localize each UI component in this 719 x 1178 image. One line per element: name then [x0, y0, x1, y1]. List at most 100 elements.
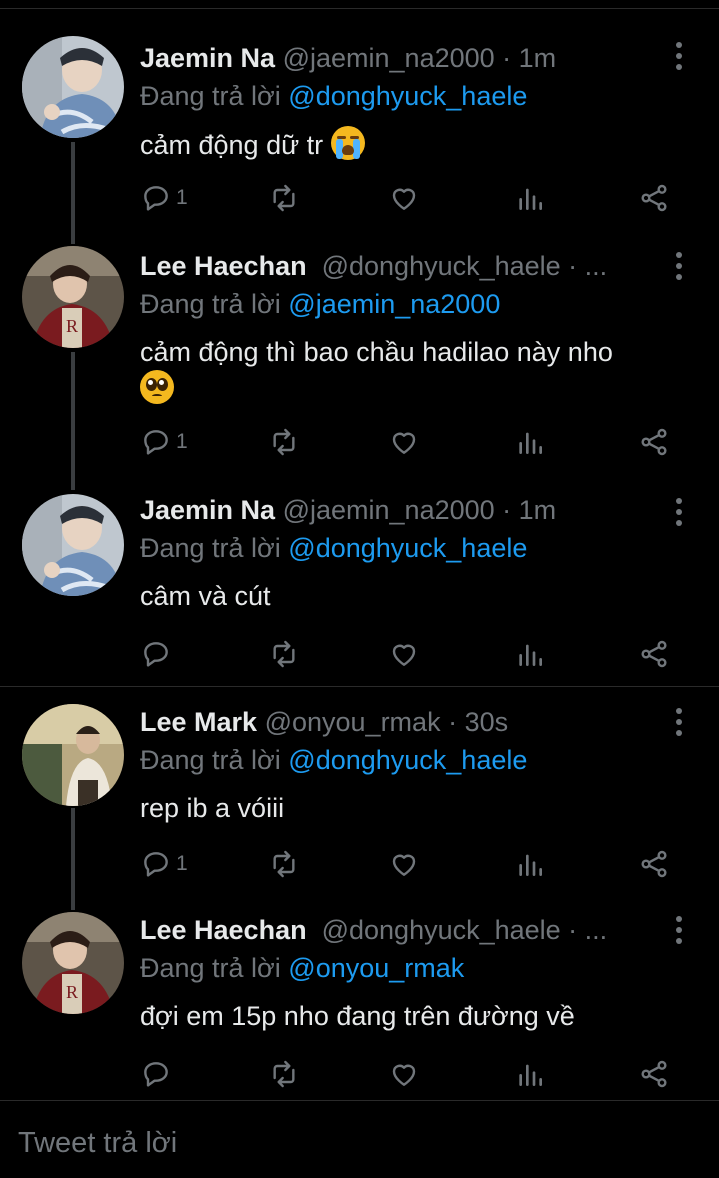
mention-link[interactable]: @donghyuck_haele: [288, 533, 527, 563]
share-button[interactable]: [638, 844, 670, 884]
reply-composer[interactable]: Tweet trả lời: [0, 1100, 719, 1178]
avatar[interactable]: [22, 494, 124, 596]
tweet-content: Jaemin Na @jaemin_na2000 · 1m Đang trả l…: [140, 38, 667, 163]
views-icon: [519, 644, 542, 666]
views-icon: [519, 854, 542, 876]
more-vertical-icon[interactable]: [675, 42, 683, 72]
like-button[interactable]: [388, 844, 420, 884]
mention-link[interactable]: @donghyuck_haele: [288, 745, 527, 775]
replying-to-label: Đang trả lời: [140, 81, 281, 111]
avatar[interactable]: [22, 704, 124, 806]
reply-button[interactable]: 1: [140, 422, 188, 462]
reply-icon: [144, 852, 168, 877]
more-vertical-icon[interactable]: [675, 252, 683, 282]
reply-button[interactable]: 1: [140, 178, 188, 218]
author-name[interactable]: Jaemin Na: [140, 43, 275, 73]
tweet-content: Lee Mark @onyou_rmak · 30s Đang trả lời …: [140, 702, 667, 826]
tweet-time: · 30s: [448, 707, 509, 737]
retweet-icon: [273, 850, 295, 878]
tweet-content: Jaemin Na @jaemin_na2000 · 1m Đang trả l…: [140, 490, 667, 614]
svg-text:R: R: [66, 982, 78, 1002]
top-divider: [0, 8, 719, 9]
share-icon: [641, 1060, 667, 1088]
reply-button[interactable]: 1: [140, 844, 188, 884]
author-handle[interactable]: @jaemin_na2000: [283, 495, 495, 525]
reply-button[interactable]: [140, 1054, 172, 1094]
share-button[interactable]: [638, 422, 670, 462]
reply-icon: [144, 642, 168, 667]
author-name[interactable]: Lee Haechan: [140, 251, 307, 281]
tweet-header: Lee Haechan @donghyuck_haele · ...: [140, 910, 667, 950]
tweet-text: cảm động thì bao chầu hadilao này nho: [140, 334, 667, 407]
avatar[interactable]: R: [22, 912, 124, 1014]
heart-icon: [392, 1064, 416, 1086]
tweet-text: đợi em 15p nho đang trên đường về: [140, 998, 667, 1034]
mention-link[interactable]: @jaemin_na2000: [288, 289, 500, 319]
pleading-face-icon: [140, 370, 174, 404]
share-icon: [641, 850, 667, 878]
tweet-header: Jaemin Na @jaemin_na2000 · 1m: [140, 490, 667, 530]
avatar-image: [22, 704, 124, 806]
like-button[interactable]: [388, 178, 420, 218]
tweet-body: cảm động dữ tr: [140, 130, 324, 160]
tweet-actions: 1: [140, 178, 680, 218]
reply-icon: [144, 186, 168, 211]
retweet-button[interactable]: [268, 844, 300, 884]
author-name[interactable]: Lee Haechan: [140, 915, 307, 945]
retweet-button[interactable]: [268, 178, 300, 218]
tweet-body: đợi em 15p nho đang trên đường về: [140, 1001, 575, 1031]
loudly-crying-face-icon: [330, 126, 365, 160]
share-button[interactable]: [638, 634, 670, 674]
author-handle[interactable]: @donghyuck_haele · ...: [322, 915, 608, 945]
more-vertical-icon[interactable]: [675, 498, 683, 528]
views-button[interactable]: [514, 634, 546, 674]
heart-icon: [392, 854, 416, 876]
author-handle[interactable]: @jaemin_na2000: [283, 43, 495, 73]
reply-input[interactable]: Tweet trả lời: [18, 1127, 177, 1160]
avatar[interactable]: R: [22, 246, 124, 348]
like-button[interactable]: [388, 422, 420, 462]
thread-line: [71, 352, 75, 490]
views-icon: [519, 188, 542, 210]
tweet-time: · 1m: [502, 495, 557, 525]
views-button[interactable]: [514, 422, 546, 462]
like-button[interactable]: [388, 1054, 420, 1094]
tweet-body: rep ib a vóiii: [140, 793, 285, 823]
retweet-button[interactable]: [268, 422, 300, 462]
views-button[interactable]: [514, 844, 546, 884]
author-name[interactable]: Jaemin Na: [140, 495, 275, 525]
tweet-actions: [140, 1054, 680, 1094]
tweet-time: · 1m: [502, 43, 557, 73]
share-button[interactable]: [638, 1054, 670, 1094]
share-button[interactable]: [638, 178, 670, 218]
like-button[interactable]: [388, 634, 420, 674]
retweet-icon: [273, 640, 295, 668]
author-handle[interactable]: @onyou_rmak: [265, 707, 441, 737]
replying-to: Đang trả lời @donghyuck_haele: [140, 530, 667, 566]
replying-to: Đang trả lời @onyou_rmak: [140, 950, 667, 986]
heart-icon: [392, 644, 416, 666]
avatar-image: [22, 494, 124, 596]
tweet-actions: 1: [140, 844, 680, 884]
reply-button[interactable]: [140, 634, 172, 674]
thread-divider: [0, 686, 719, 687]
tweet-content: Lee Haechan @donghyuck_haele · ... Đang …: [140, 246, 667, 407]
replying-to-label: Đang trả lời: [140, 533, 281, 563]
views-button[interactable]: [514, 1054, 546, 1094]
more-vertical-icon[interactable]: [675, 708, 683, 738]
more-vertical-icon[interactable]: [675, 916, 683, 946]
reply-count: 1: [176, 186, 188, 209]
author-name[interactable]: Lee Mark: [140, 707, 257, 737]
tweet-actions: [140, 634, 680, 674]
retweet-button[interactable]: [268, 1054, 300, 1094]
mention-link[interactable]: @onyou_rmak: [288, 953, 464, 983]
retweet-icon: [273, 1060, 295, 1088]
avatar[interactable]: [22, 36, 124, 138]
retweet-button[interactable]: [268, 634, 300, 674]
views-button[interactable]: [514, 178, 546, 218]
replying-to: Đang trả lời @donghyuck_haele: [140, 78, 667, 114]
reply-count: 1: [176, 852, 188, 875]
author-handle[interactable]: @donghyuck_haele · ...: [322, 251, 608, 281]
views-icon: [519, 432, 542, 454]
mention-link[interactable]: @donghyuck_haele: [288, 81, 527, 111]
